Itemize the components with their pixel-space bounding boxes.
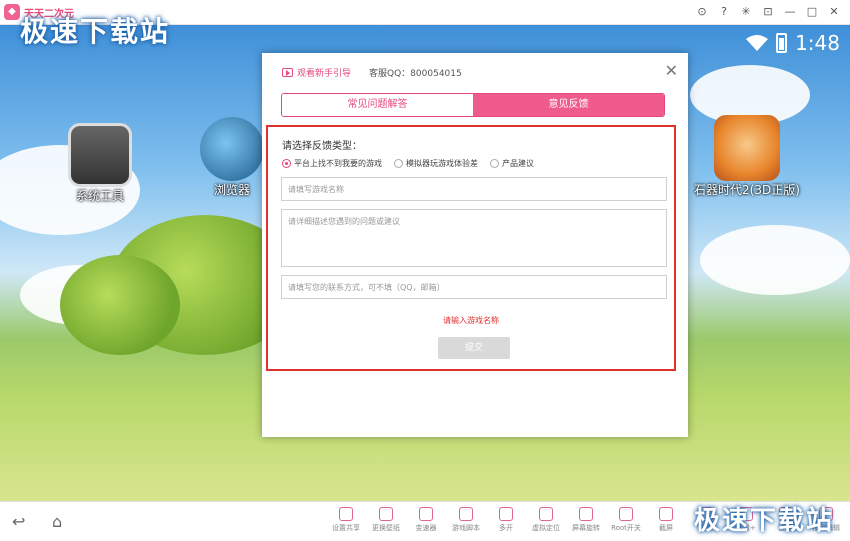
android-status-bar: 1:48: [746, 31, 840, 55]
service-qq: 客服QQ：800054015: [369, 69, 462, 79]
radio-label: 模拟器玩游戏体验差: [406, 159, 478, 168]
browser-icon: [200, 117, 264, 181]
image-icon: [379, 507, 393, 521]
feedback-type-label: 请选择反馈类型：: [282, 141, 362, 152]
radio-selected-icon: [282, 159, 291, 168]
tab-faq[interactable]: 常见问题解答: [282, 94, 473, 116]
app-logo-icon: ◆: [4, 4, 20, 20]
tool-label: 虚拟定位: [532, 524, 560, 532]
dialog-header: 观看新手引导 客服QQ：800054015: [282, 66, 462, 79]
watermark: 极速下载站: [693, 506, 834, 536]
radio-label: 平台上找不到我要的游戏: [294, 159, 382, 168]
tool-virtual-location[interactable]: 虚拟定位: [526, 505, 566, 533]
tab-feedback[interactable]: 意见反馈: [473, 94, 664, 116]
desktop-app-stone-age[interactable]: 石器时代2(3D正版): [694, 115, 800, 198]
desktop-app-browser[interactable]: 浏览器: [200, 117, 264, 198]
cloud-decoration: [700, 225, 850, 295]
folder-icon: [339, 507, 353, 521]
root-icon: [619, 507, 633, 521]
close-window-icon[interactable]: ✕: [826, 4, 842, 20]
wifi-icon: [746, 35, 769, 51]
tool-game-script[interactable]: 游戏脚本: [446, 505, 486, 533]
screenshot-icon: [659, 507, 673, 521]
desktop-app-label: 石器时代2(3D正版): [694, 183, 800, 197]
dialog-tabs: 常见问题解答 意见反馈: [281, 93, 665, 117]
emulator-screen: 1:48 系统工具 浏览器 石器时代2(3D正版) 观看新手引导 客服QQ：80…: [0, 25, 850, 501]
desktop-app-label: 系统工具: [75, 189, 124, 203]
battery-icon: [776, 33, 788, 53]
feedback-type-options: 平台上找不到我要的游戏 模拟器玩游戏体验差 产品建议: [282, 158, 534, 169]
validation-error: 请输入游戏名称: [443, 316, 499, 325]
radio-game-not-found[interactable]: 平台上找不到我要的游戏: [282, 158, 382, 169]
window-controls: ⊙ ? ✳ ⊡ — □ ✕: [694, 4, 842, 20]
tool-label: 变速器: [415, 524, 437, 532]
tool-label: 更换壁纸: [372, 524, 400, 532]
radio-poor-experience[interactable]: 模拟器玩游戏体验差: [394, 158, 478, 169]
play-icon: [282, 68, 293, 77]
radio-unselected-icon: [490, 159, 499, 168]
feedback-dialog: 观看新手引导 客服QQ：800054015 ✕ 常见问题解答 意见反馈 请选择反…: [262, 53, 688, 437]
tool-shared-settings[interactable]: 设置共享: [326, 505, 366, 533]
rotate-icon: [579, 507, 593, 521]
submit-button[interactable]: 提交: [438, 337, 510, 359]
copy-icon: [499, 507, 513, 521]
settings-icon[interactable]: ✳: [738, 4, 754, 20]
record-icon[interactable]: ⊙: [694, 4, 710, 20]
back-icon[interactable]: ↩: [12, 512, 25, 531]
help-icon[interactable]: ?: [716, 4, 732, 20]
tool-speed[interactable]: 变速器: [406, 505, 446, 533]
tool-label: 游戏脚本: [452, 524, 480, 532]
tool-screenshot[interactable]: 截屏: [646, 505, 686, 533]
location-pin-icon: [539, 507, 553, 521]
game-name-input[interactable]: 请填写游戏名称: [281, 177, 667, 201]
maximize-icon[interactable]: □: [804, 4, 820, 20]
tool-rotate-screen[interactable]: 屏幕旋转: [566, 505, 606, 533]
script-icon: [459, 507, 473, 521]
tool-wallpaper[interactable]: 更换壁纸: [366, 505, 406, 533]
radio-unselected-icon: [394, 159, 403, 168]
tool-label: Root开关: [611, 524, 641, 532]
skin-icon[interactable]: ⊡: [760, 4, 776, 20]
clock: 1:48: [795, 31, 840, 55]
description-textarea[interactable]: 请详细描述您遇到的问题或建议: [281, 209, 667, 267]
close-dialog-icon[interactable]: ✕: [665, 61, 678, 80]
rocket-icon: [419, 507, 433, 521]
game-icon: [713, 115, 780, 181]
tool-root-toggle[interactable]: Root开关: [606, 505, 646, 533]
feedback-form: 请选择反馈类型： 平台上找不到我要的游戏 模拟器玩游戏体验差 产品建议 请填写游…: [266, 125, 676, 371]
radio-product-suggestion[interactable]: 产品建议: [490, 158, 534, 169]
tool-label: 设置共享: [332, 524, 360, 532]
watermark: 极速下载站: [20, 15, 171, 48]
system-tools-icon: [68, 123, 132, 187]
tool-label: 截屏: [659, 524, 673, 532]
contact-input[interactable]: 请填写您的联系方式，可不填（QQ，邮箱）: [281, 275, 667, 299]
guide-link[interactable]: 观看新手引导: [297, 66, 351, 79]
tool-label: 屏幕旋转: [572, 524, 600, 532]
radio-label: 产品建议: [502, 159, 534, 168]
tool-multi-instance[interactable]: 多开: [486, 505, 526, 533]
tool-label: 多开: [499, 524, 513, 532]
desktop-app-label: 浏览器: [213, 183, 250, 197]
tree-decoration: [60, 255, 180, 355]
minimize-icon[interactable]: —: [782, 4, 798, 20]
desktop-app-system-tools[interactable]: 系统工具: [68, 123, 132, 204]
home-icon[interactable]: ⌂: [52, 512, 62, 531]
